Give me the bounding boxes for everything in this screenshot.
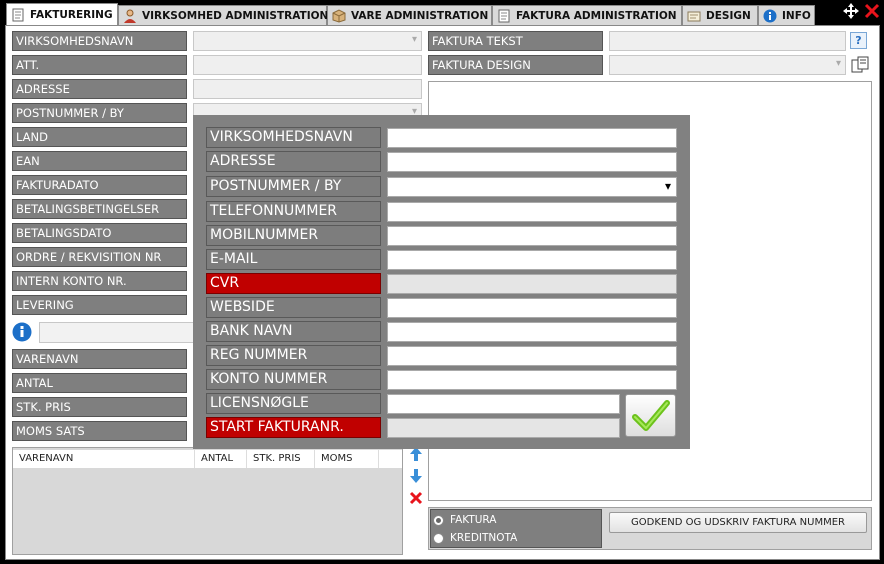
label-stk-pris: STK. PRIS	[12, 397, 187, 417]
dialog-email-input[interactable]	[387, 250, 677, 270]
move-icon[interactable]	[842, 2, 860, 20]
help-icon[interactable]: ?	[850, 32, 867, 49]
label-adresse: ADRESSE	[12, 79, 187, 99]
label-ean: EAN	[12, 151, 187, 171]
move-down-icon[interactable]	[408, 468, 424, 484]
box-icon	[332, 8, 346, 23]
faktura-design-dropdown[interactable]	[609, 55, 846, 75]
dialog-konto-nummer-input[interactable]	[387, 370, 677, 390]
label-postnummer-by: POSTNUMMER / BY	[12, 103, 187, 123]
radio-faktura-button[interactable]	[433, 514, 444, 526]
company-dialog: VIRKSOMHEDSNAVN ADRESSE POSTNUMMER / BY …	[193, 115, 690, 449]
tab-label: INFO	[782, 9, 811, 22]
tab-label: DESIGN	[706, 9, 751, 22]
dialog-label-licensnoegle: LICENSNØGLE	[206, 393, 381, 414]
delete-icon[interactable]	[409, 490, 423, 505]
dialog-start-fakturanr-input[interactable]	[387, 418, 620, 438]
close-icon[interactable]	[864, 3, 880, 19]
column-varenavn[interactable]: VARENAVN	[13, 450, 195, 468]
info-field[interactable]	[39, 322, 199, 343]
dialog-webside-input[interactable]	[387, 298, 677, 318]
dialog-adresse-input[interactable]	[387, 152, 677, 172]
tab-faktura-administration[interactable]: FAKTURA ADMINISTRATION	[492, 5, 682, 25]
checkmark-icon	[632, 400, 670, 431]
dialog-label-bank-navn: BANK NAVN	[206, 321, 381, 342]
faktura-tekst-field[interactable]	[609, 31, 846, 51]
dialog-reg-nummer-input[interactable]	[387, 346, 677, 366]
label-faktura-design: FAKTURA DESIGN	[428, 55, 603, 75]
label-antal: ANTAL	[12, 373, 187, 393]
tab-label: FAKTURERING	[30, 9, 113, 21]
tab-info[interactable]: INFO	[758, 5, 815, 25]
approve-print-button[interactable]: GODKEND OG UDSKRIV FAKTURA NUMMER	[609, 512, 867, 533]
label-ordre-rekvisition: ORDRE / REKVISITION NR	[12, 247, 187, 267]
dialog-licensnoegle-input[interactable]	[387, 394, 620, 414]
confirm-button[interactable]	[625, 394, 676, 437]
tab-label: FAKTURA ADMINISTRATION	[516, 9, 677, 22]
label-varenavn: VARENAVN	[12, 349, 187, 369]
label-levering: LEVERING	[12, 295, 187, 315]
document-icon	[11, 8, 25, 22]
label-virksomhedsnavn: VIRKSOMHEDSNAVN	[12, 31, 187, 51]
label-betalingsbetingelser: BETALINGSBETINGELSER	[12, 199, 187, 219]
dialog-label-email: E-MAIL	[206, 249, 381, 270]
dialog-label-reg-nummer: REG NUMMER	[206, 345, 381, 366]
dialog-label-virksomhedsnavn: VIRKSOMHEDSNAVN	[206, 127, 381, 148]
column-moms[interactable]: MOMS	[315, 450, 379, 468]
tab-vare-administration[interactable]: VARE ADMINISTRATION	[327, 5, 492, 25]
tab-fakturering[interactable]: FAKTURERING	[6, 3, 118, 26]
dialog-postnummer-dropdown[interactable]	[387, 177, 677, 197]
tab-design[interactable]: DESIGN	[682, 5, 758, 25]
dialog-label-mobilnummer: MOBILNUMMER	[206, 225, 381, 246]
dialog-label-cvr: CVR	[206, 273, 381, 294]
radio-kreditnota-label: KREDITNOTA	[450, 532, 518, 544]
radio-kreditnota-button[interactable]	[433, 532, 444, 544]
dialog-label-postnummer-by: POSTNUMMER / BY	[206, 176, 381, 197]
dialog-cvr-input[interactable]	[387, 274, 677, 294]
adresse-field[interactable]	[193, 79, 422, 99]
dialog-label-konto-nummer: KONTO NUMMER	[206, 369, 381, 390]
dialog-label-adresse: ADRESSE	[206, 151, 381, 172]
column-antal[interactable]: ANTAL	[195, 450, 247, 468]
dialog-mobilnummer-input[interactable]	[387, 226, 677, 246]
label-betalingsdato: BETALINGSDATO	[12, 223, 187, 243]
label-intern-konto: INTERN KONTO NR.	[12, 271, 187, 291]
dialog-label-webside: WEBSIDE	[206, 297, 381, 318]
design-icon	[687, 9, 701, 23]
document-icon	[497, 9, 511, 23]
label-att: ATT.	[12, 55, 187, 75]
column-stk-pris[interactable]: STK. PRIS	[247, 450, 315, 468]
tab-label: VIRKSOMHED ADMINISTRATION	[142, 9, 329, 22]
dialog-telefonnummer-input[interactable]	[387, 202, 677, 222]
radio-faktura[interactable]: FAKTURA	[433, 514, 496, 526]
dialog-label-telefonnummer: TELEFONNUMMER	[206, 201, 381, 222]
dialog-bank-navn-input[interactable]	[387, 322, 677, 342]
att-field[interactable]	[193, 55, 422, 75]
design-preview-icon[interactable]	[850, 55, 870, 75]
info-icon[interactable]	[12, 322, 32, 342]
label-faktura-tekst: FAKTURA TEKST	[428, 31, 603, 51]
label-land: LAND	[12, 127, 187, 147]
person-icon	[123, 9, 137, 23]
label-moms-sats: MOMS SATS	[12, 421, 187, 441]
radio-faktura-label: FAKTURA	[450, 514, 497, 526]
radio-kreditnota[interactable]: KREDITNOTA	[433, 532, 517, 544]
tab-virksomhed-administration[interactable]: VIRKSOMHED ADMINISTRATION	[118, 5, 329, 25]
virksomhedsnavn-dropdown[interactable]	[193, 31, 422, 51]
dialog-label-start-fakturanr: START FAKTURANR.	[206, 417, 381, 438]
info-icon	[763, 9, 777, 23]
label-fakturadato: FAKTURADATO	[12, 175, 187, 195]
tab-label: VARE ADMINISTRATION	[351, 9, 489, 22]
dialog-virksomhedsnavn-input[interactable]	[387, 128, 677, 148]
